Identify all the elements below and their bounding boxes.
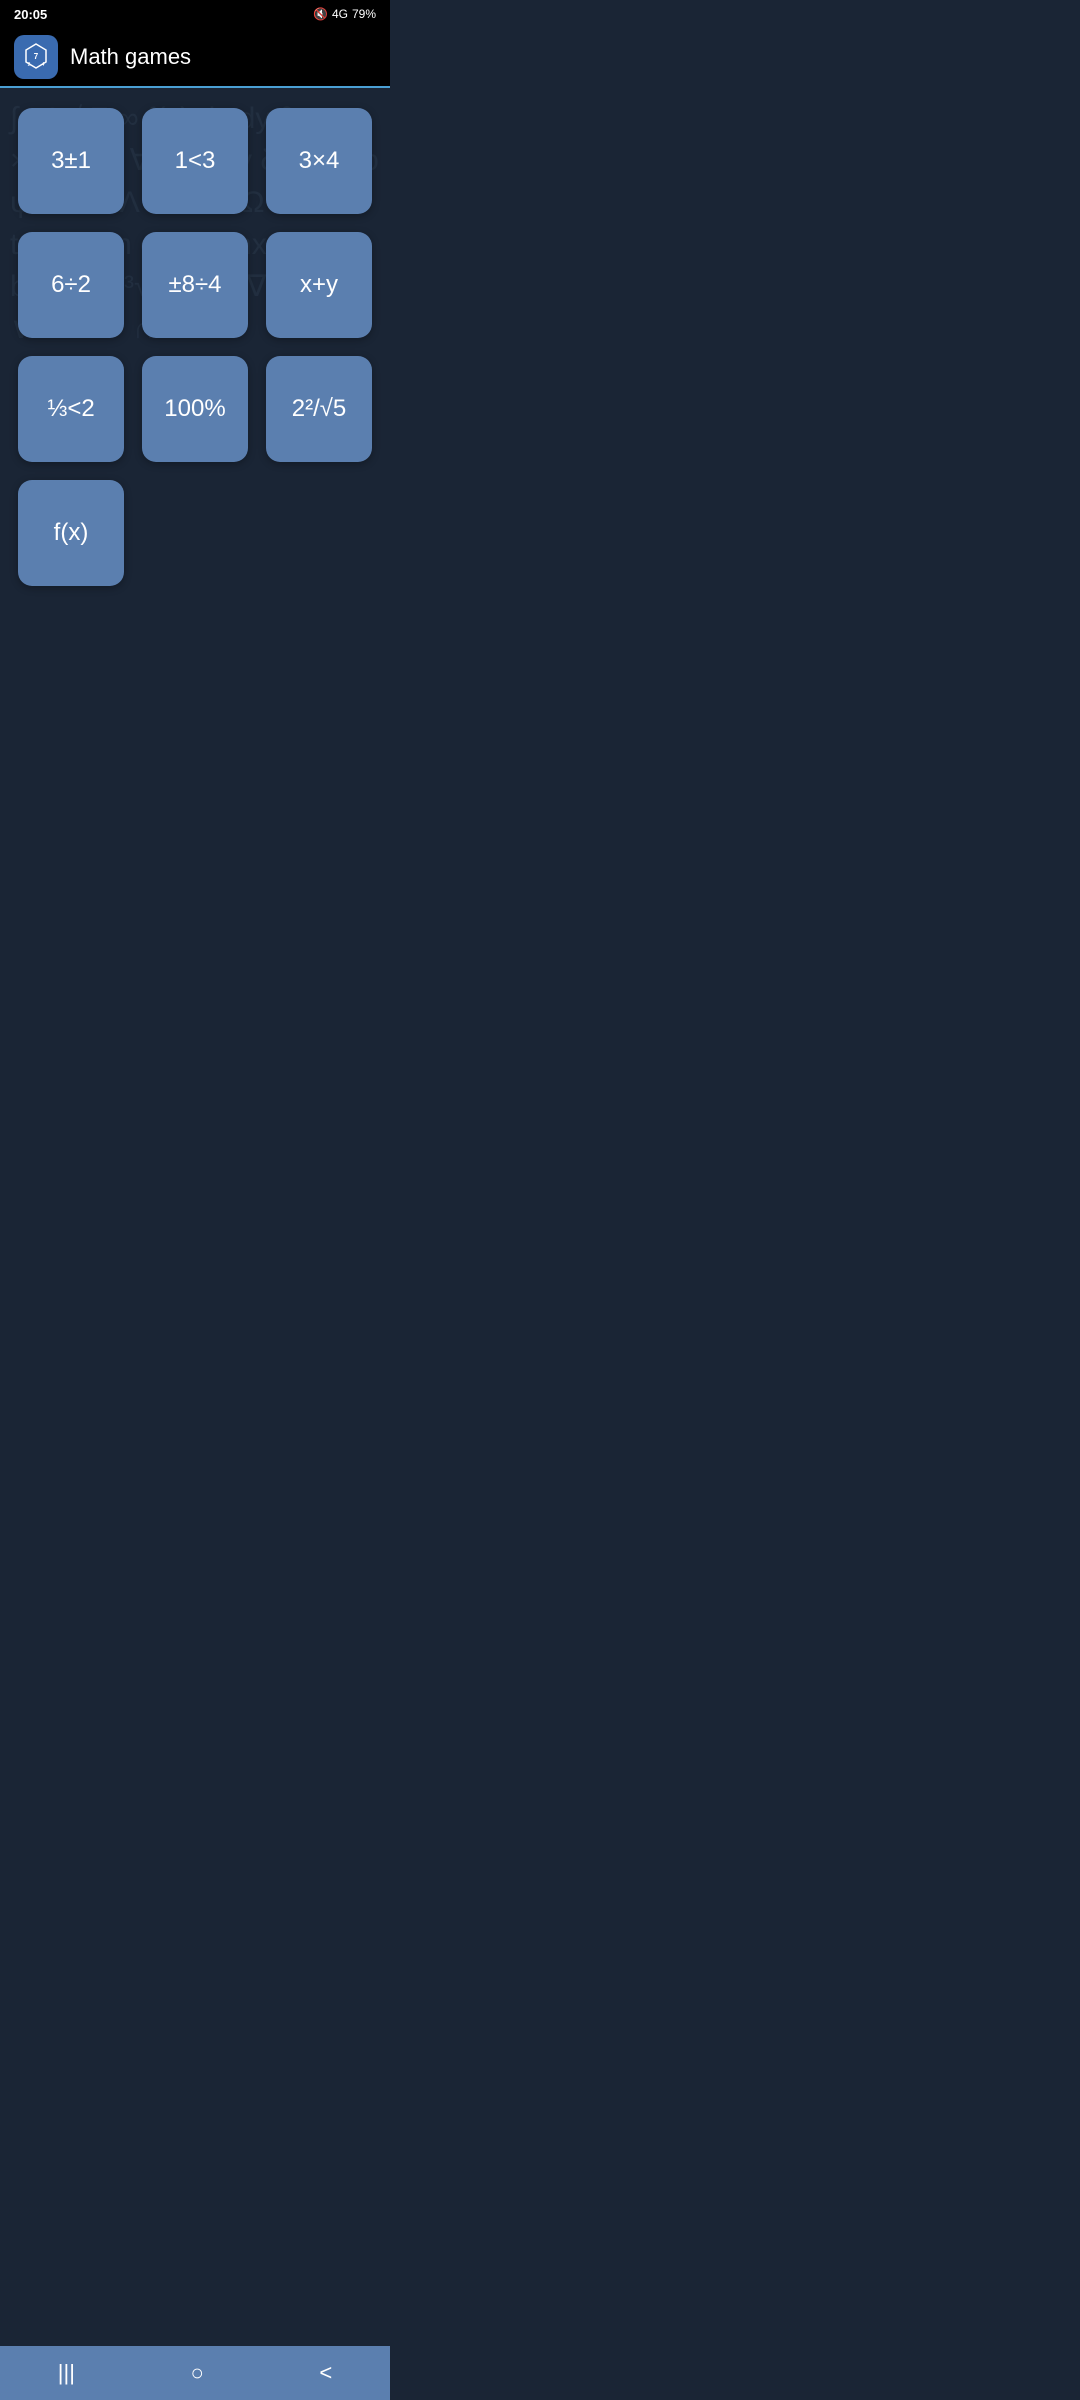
game-card-division[interactable]: 6÷2 <box>18 232 124 338</box>
game-card-label-powers-roots: 2²/√5 <box>292 395 347 423</box>
mute-icon: 🔇 <box>313 7 328 21</box>
battery-label: 79% <box>352 7 376 21</box>
game-card-arithmetic[interactable]: 3±1 <box>18 108 124 214</box>
svg-text:7: 7 <box>34 52 39 61</box>
game-card-label-functions: f(x) <box>54 519 89 547</box>
app-title: Math games <box>70 44 191 70</box>
nav-home-button[interactable]: ○ <box>167 2352 228 2394</box>
app-icon: 7 2 4 <box>14 35 58 79</box>
game-card-algebra[interactable]: x+y <box>266 232 372 338</box>
game-card-label-multiplication: 3×4 <box>299 147 340 175</box>
game-card-label-signed-division: ±8÷4 <box>168 271 221 299</box>
game-card-signed-division[interactable]: ±8÷4 <box>142 232 248 338</box>
svg-text:2: 2 <box>28 62 31 68</box>
nav-recent-button[interactable]: ||| <box>34 2352 99 2394</box>
game-card-label-fractions: ⅓<2 <box>47 395 94 423</box>
game-card-label-arithmetic: 3±1 <box>51 147 91 175</box>
game-card-fractions[interactable]: ⅓<2 <box>18 356 124 462</box>
main-content: ∫ π² √ Σ ∞ f(x) dx dy ∂ ≤ ≥ ± × ÷ ∈ ∉ ∀ … <box>0 88 390 808</box>
app-icon-svg: 7 2 4 <box>21 42 51 72</box>
game-card-comparison[interactable]: 1<3 <box>142 108 248 214</box>
game-grid-last: f(x) <box>18 480 372 586</box>
game-card-label-division: 6÷2 <box>51 271 91 299</box>
game-card-powers-roots[interactable]: 2²/√5 <box>266 356 372 462</box>
status-icons: 🔇 4G 79% <box>313 7 376 21</box>
app-bar: 7 2 4 Math games <box>0 28 390 88</box>
game-card-label-percentages: 100% <box>164 395 225 423</box>
status-bar: 20:05 🔇 4G 79% <box>0 0 390 28</box>
game-card-functions[interactable]: f(x) <box>18 480 124 586</box>
nav-bar: ||| ○ < <box>0 2346 390 2400</box>
game-card-label-algebra: x+y <box>300 271 338 299</box>
signal-label: 4G <box>332 7 348 21</box>
status-time: 20:05 <box>14 7 47 22</box>
game-card-multiplication[interactable]: 3×4 <box>266 108 372 214</box>
game-card-label-comparison: 1<3 <box>175 147 216 175</box>
game-grid: 3±1 1<3 3×4 6÷2 ±8÷4 x+y ⅓<2 100% 2²/√5 <box>18 108 372 462</box>
game-card-percentages[interactable]: 100% <box>142 356 248 462</box>
nav-back-button[interactable]: < <box>295 2352 356 2394</box>
svg-text:4: 4 <box>42 62 45 68</box>
